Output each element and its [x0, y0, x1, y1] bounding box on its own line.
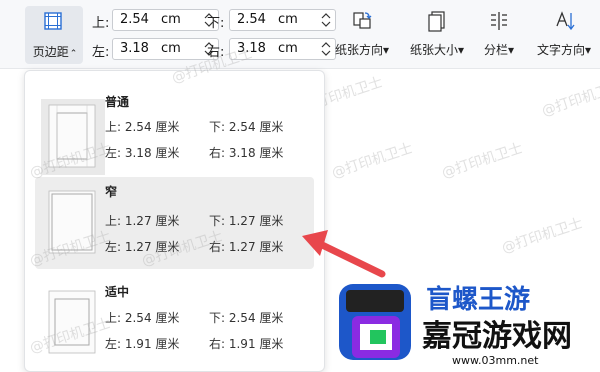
preset-top: 上: 2.54 厘米 — [105, 311, 180, 325]
preset-right: 右: 1.27 厘米 — [209, 240, 284, 254]
preset-normal[interactable]: 普通 上: 2.54 厘米 下: 2.54 厘米 左: 3.18 厘米 右: 3… — [35, 91, 314, 183]
svg-text:嘉冠游戏网: 嘉冠游戏网 — [422, 319, 572, 354]
logo-url: www.03mm.net — [452, 354, 539, 367]
site-logo: 盲螺王游 嘉冠游戏网 www.03mm.net — [339, 282, 600, 367]
top-margin-value: 2.54 — [120, 12, 149, 27]
preset-moderate[interactable]: 适中 上: 2.54 厘米 下: 2.54 厘米 左: 1.91 厘米 右: 1… — [35, 277, 314, 369]
orientation-icon — [353, 12, 372, 29]
margins-button[interactable]: 页边距⌃ — [25, 6, 83, 64]
ribbon-toolbar: 页边距⌃ 上: 2.54 cm 下: 2.54 cm 左: 3.18 cm 右:… — [0, 0, 600, 69]
preset-bottom: 下: 1.27 厘米 — [209, 214, 284, 228]
preset-narrow[interactable]: 窄 上: 1.27 厘米 下: 1.27 厘米 左: 1.27 厘米 右: 1.… — [35, 177, 314, 269]
orientation-label: 纸张方向 — [334, 43, 383, 57]
watermark: @打印机卫士 — [439, 140, 525, 182]
paper-size-label: 纸张大小 — [409, 43, 458, 57]
preset-bottom: 下: 2.54 厘米 — [209, 120, 284, 134]
bottom-margin-unit: cm — [278, 12, 298, 27]
preset-left: 左: 1.91 厘米 — [105, 337, 180, 351]
preset-right: 右: 3.18 厘米 — [209, 146, 284, 160]
top-margin-label: 上: — [92, 16, 110, 31]
bottom-margin-input[interactable]: 2.54 cm — [229, 9, 336, 31]
text-direction-button[interactable]: 文字方向▾ — [528, 6, 600, 64]
top-margin-input[interactable]: 2.54 cm — [112, 9, 219, 31]
page-thumbnail-icon — [41, 99, 105, 175]
preset-top: 上: 1.27 厘米 — [105, 214, 180, 228]
columns-icon — [491, 12, 507, 30]
right-margin-input[interactable]: 3.18 cm — [229, 38, 336, 60]
bottom-margin-value: 2.54 — [237, 12, 266, 27]
logo-title: 嘉冠游戏网 — [422, 319, 572, 354]
left-margin-input[interactable]: 3.18 cm — [112, 38, 219, 60]
preset-top: 上: 2.54 厘米 — [105, 120, 180, 134]
columns-button[interactable]: 分栏▾ — [477, 6, 521, 64]
margins-icon — [44, 12, 62, 30]
margins-button-label: 页边距 — [32, 45, 69, 59]
orientation-button[interactable]: 纸张方向▾ — [328, 6, 396, 64]
text-direction-label: 文字方向 — [536, 43, 585, 57]
preset-left: 左: 3.18 厘米 — [105, 146, 180, 160]
page-thumbnail-icon — [48, 190, 96, 254]
preset-right: 右: 1.91 厘米 — [209, 337, 284, 351]
paper-size-icon — [428, 11, 445, 32]
preset-left: 左: 1.27 厘米 — [105, 240, 180, 254]
left-margin-value: 3.18 — [120, 41, 149, 56]
right-margin-value: 3.18 — [237, 41, 266, 56]
preset-name: 普通 — [105, 95, 130, 109]
right-margin-label: 右: — [207, 45, 225, 60]
annotation-arrow-icon — [302, 230, 386, 278]
text-direction-icon — [556, 11, 575, 31]
page-thumbnail-icon — [48, 290, 96, 354]
caret-up-icon: ⌃ — [69, 49, 78, 59]
left-margin-label: 左: — [92, 45, 110, 60]
paper-size-button[interactable]: 纸张大小▾ — [403, 6, 471, 64]
watermark: @打印机卫士 — [499, 215, 585, 257]
watermark: @打印机卫士 — [539, 78, 600, 120]
logo-partial-text: 盲螺王游 — [426, 284, 530, 315]
bottom-margin-label: 下: — [207, 16, 225, 31]
preset-bottom: 下: 2.54 厘米 — [209, 311, 284, 325]
columns-label: 分栏 — [483, 43, 508, 57]
left-margin-unit: cm — [161, 41, 181, 56]
preset-name: 适中 — [105, 285, 130, 299]
margins-dropdown: 普通 上: 2.54 厘米 下: 2.54 厘米 左: 3.18 厘米 右: 3… — [24, 70, 325, 372]
right-margin-unit: cm — [278, 41, 298, 56]
top-margin-unit: cm — [161, 12, 181, 27]
preset-name: 窄 — [105, 185, 118, 199]
watermark: @打印机卫士 — [329, 140, 415, 182]
